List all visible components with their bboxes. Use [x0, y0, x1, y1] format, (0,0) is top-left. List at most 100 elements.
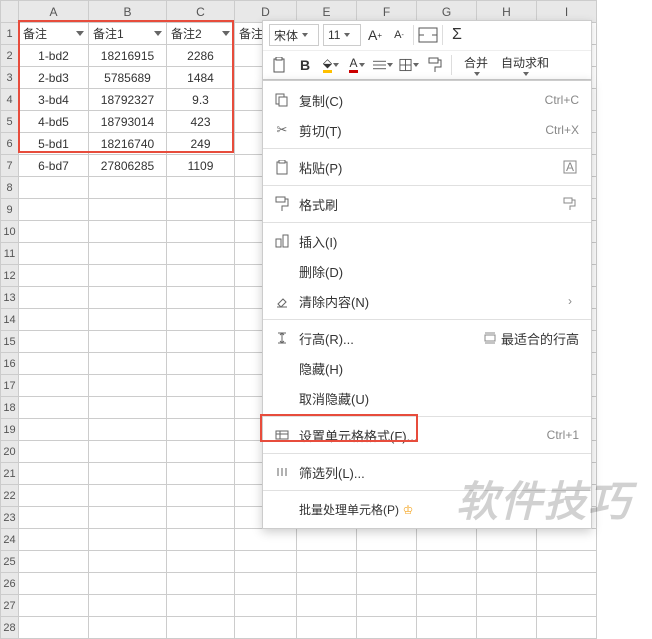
row-header[interactable]: 18: [1, 397, 19, 419]
clipboard-icon[interactable]: [269, 55, 289, 75]
cell[interactable]: [167, 265, 235, 287]
row-header[interactable]: 20: [1, 441, 19, 463]
cell[interactable]: [89, 265, 167, 287]
paste-special-icon[interactable]: A: [561, 160, 579, 174]
cell[interactable]: [357, 617, 417, 639]
cell[interactable]: [167, 243, 235, 265]
cell[interactable]: [537, 551, 597, 573]
cell[interactable]: [19, 463, 89, 485]
cell[interactable]: [167, 485, 235, 507]
font-shrink-icon[interactable]: A-: [389, 25, 409, 45]
row-header[interactable]: 16: [1, 353, 19, 375]
font-size-selector[interactable]: 11: [323, 24, 361, 46]
autosum-button[interactable]: 自动求和: [500, 55, 550, 75]
menu-row-height[interactable]: 行高(R)... 最适合的行高: [263, 323, 591, 353]
menu-clear[interactable]: 清除内容(N) ›: [263, 286, 591, 316]
menu-unhide[interactable]: 取消隐藏(U): [263, 383, 591, 413]
cell[interactable]: 备注1: [89, 23, 167, 45]
cell[interactable]: [357, 551, 417, 573]
cell[interactable]: [235, 617, 297, 639]
cell[interactable]: 2286: [167, 45, 235, 67]
cell[interactable]: [19, 177, 89, 199]
row-header[interactable]: 2: [1, 45, 19, 67]
cell[interactable]: [89, 375, 167, 397]
cell[interactable]: [89, 331, 167, 353]
menu-cut[interactable]: ✂ 剪切(T) Ctrl+X: [263, 115, 591, 145]
cell[interactable]: [167, 199, 235, 221]
cell[interactable]: [167, 507, 235, 529]
row-header[interactable]: 6: [1, 133, 19, 155]
cell[interactable]: [537, 595, 597, 617]
row-header[interactable]: 27: [1, 595, 19, 617]
cell[interactable]: [19, 551, 89, 573]
row-header[interactable]: 24: [1, 529, 19, 551]
cell[interactable]: [477, 595, 537, 617]
cell[interactable]: [19, 287, 89, 309]
format-painter-icon[interactable]: [425, 55, 445, 75]
row-header[interactable]: 19: [1, 419, 19, 441]
bold-button[interactable]: B: [295, 55, 315, 75]
cell[interactable]: [297, 595, 357, 617]
cell[interactable]: [89, 243, 167, 265]
merge-button[interactable]: 合并: [458, 55, 494, 75]
cell[interactable]: [357, 529, 417, 551]
cell[interactable]: [89, 617, 167, 639]
row-header[interactable]: 8: [1, 177, 19, 199]
cell[interactable]: [89, 221, 167, 243]
corner-cell[interactable]: [1, 1, 19, 23]
cell[interactable]: 27806285: [89, 155, 167, 177]
cell[interactable]: 1-bd2: [19, 45, 89, 67]
cell[interactable]: [537, 617, 597, 639]
cell[interactable]: [167, 287, 235, 309]
cell[interactable]: [167, 573, 235, 595]
cell[interactable]: [89, 287, 167, 309]
cell[interactable]: [477, 529, 537, 551]
merge-cells-icon[interactable]: [418, 25, 438, 45]
cell[interactable]: [89, 595, 167, 617]
best-row-icon[interactable]: 最适合的行高: [483, 329, 579, 348]
cell[interactable]: [235, 573, 297, 595]
cell[interactable]: 249: [167, 133, 235, 155]
cell[interactable]: [19, 419, 89, 441]
filter-dropdown-icon[interactable]: [76, 31, 84, 36]
cell[interactable]: [19, 595, 89, 617]
menu-paste[interactable]: 粘贴(P) A: [263, 152, 591, 182]
row-header[interactable]: 14: [1, 309, 19, 331]
cell[interactable]: [167, 177, 235, 199]
cell[interactable]: 6-bd7: [19, 155, 89, 177]
row-header[interactable]: 26: [1, 573, 19, 595]
cell[interactable]: [19, 507, 89, 529]
cell[interactable]: [167, 221, 235, 243]
row-header[interactable]: 7: [1, 155, 19, 177]
cell[interactable]: 9.3: [167, 89, 235, 111]
cell[interactable]: 2-bd3: [19, 67, 89, 89]
menu-insert[interactable]: 插入(I): [263, 226, 591, 256]
cell[interactable]: [167, 617, 235, 639]
row-header[interactable]: 11: [1, 243, 19, 265]
cell[interactable]: [89, 419, 167, 441]
cell[interactable]: 18216740: [89, 133, 167, 155]
cell[interactable]: [235, 595, 297, 617]
font-selector[interactable]: 宋体: [269, 24, 319, 46]
row-header[interactable]: 15: [1, 331, 19, 353]
cell[interactable]: [167, 551, 235, 573]
cell[interactable]: [167, 419, 235, 441]
cell[interactable]: [235, 529, 297, 551]
cell[interactable]: 4-bd5: [19, 111, 89, 133]
cell[interactable]: 5785689: [89, 67, 167, 89]
cell[interactable]: [19, 265, 89, 287]
cell[interactable]: [167, 463, 235, 485]
align-button[interactable]: [373, 55, 393, 75]
cell[interactable]: [89, 199, 167, 221]
col-header[interactable]: B: [89, 1, 167, 23]
cell[interactable]: 18793014: [89, 111, 167, 133]
fill-color-button[interactable]: ⬙: [321, 55, 341, 75]
cell[interactable]: [167, 397, 235, 419]
cell[interactable]: [89, 397, 167, 419]
cell[interactable]: 备注: [19, 23, 89, 45]
row-header[interactable]: 13: [1, 287, 19, 309]
cell[interactable]: 1109: [167, 155, 235, 177]
cell[interactable]: [89, 441, 167, 463]
cell[interactable]: [19, 221, 89, 243]
row-header[interactable]: 5: [1, 111, 19, 133]
